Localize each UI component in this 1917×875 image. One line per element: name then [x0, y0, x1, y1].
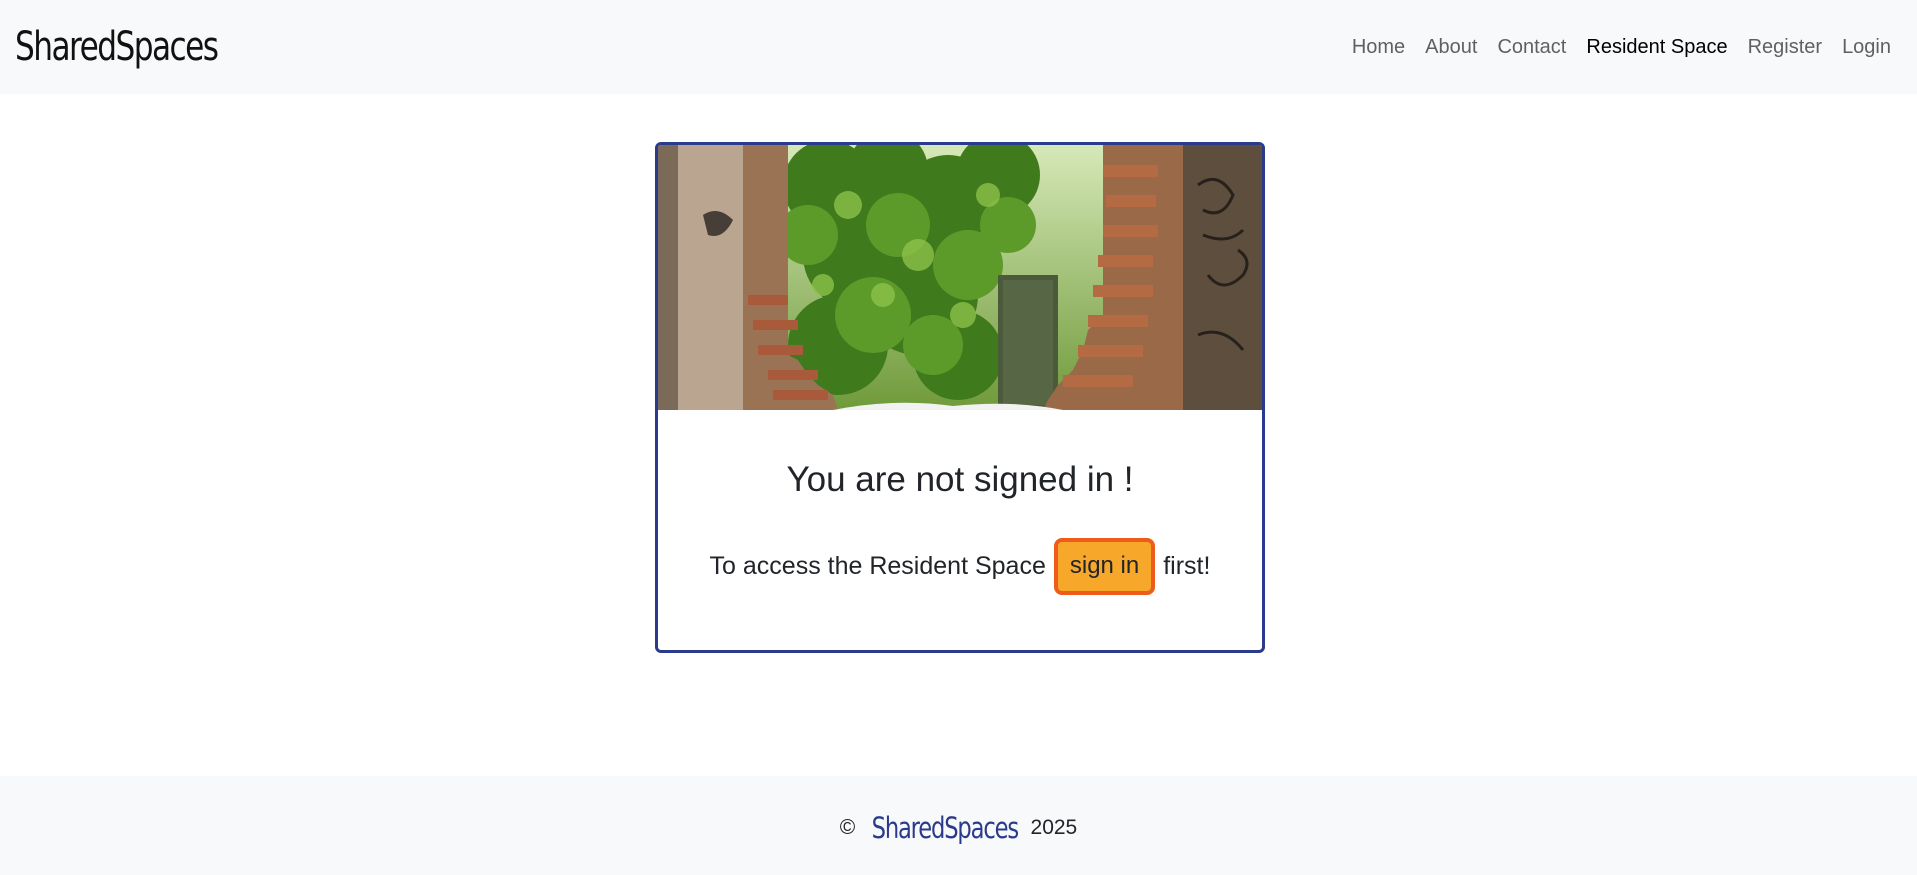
broken-wall-forest-image	[658, 145, 1262, 410]
nav-link-register[interactable]: Register	[1738, 36, 1832, 59]
top-navbar: SharedSpaces Home About Contact Resident…	[0, 0, 1917, 94]
first-text: first!	[1163, 552, 1211, 580]
signin-required-card: You are not signed in ! To access the Re…	[655, 142, 1265, 653]
nav-link-login[interactable]: Login	[1832, 36, 1901, 59]
nav-link-contact[interactable]: Contact	[1487, 36, 1576, 59]
card-text: To access the Resident Space sign in fir…	[658, 538, 1262, 595]
card-title: You are not signed in !	[786, 460, 1134, 499]
copyright-symbol: ©	[839, 815, 856, 839]
nav-link-home[interactable]: Home	[1342, 36, 1415, 59]
footer-year: 2025	[1030, 815, 1078, 839]
nav-link-about[interactable]: About	[1415, 36, 1487, 59]
sign-in-button[interactable]: sign in	[1053, 538, 1156, 595]
nav-link-resident-space[interactable]: Resident Space	[1576, 36, 1737, 59]
footer-brand: SharedSpaces	[871, 810, 1019, 845]
nav-links: Home About Contact Resident Space Regist…	[1342, 36, 1901, 59]
card-body: You are not signed in ! To access the Re…	[658, 460, 1262, 595]
brand-logo-link[interactable]: SharedSpaces	[15, 24, 219, 70]
footer: © SharedSpaces 2025	[0, 776, 1917, 875]
access-text: To access the Resident Space	[709, 552, 1046, 580]
